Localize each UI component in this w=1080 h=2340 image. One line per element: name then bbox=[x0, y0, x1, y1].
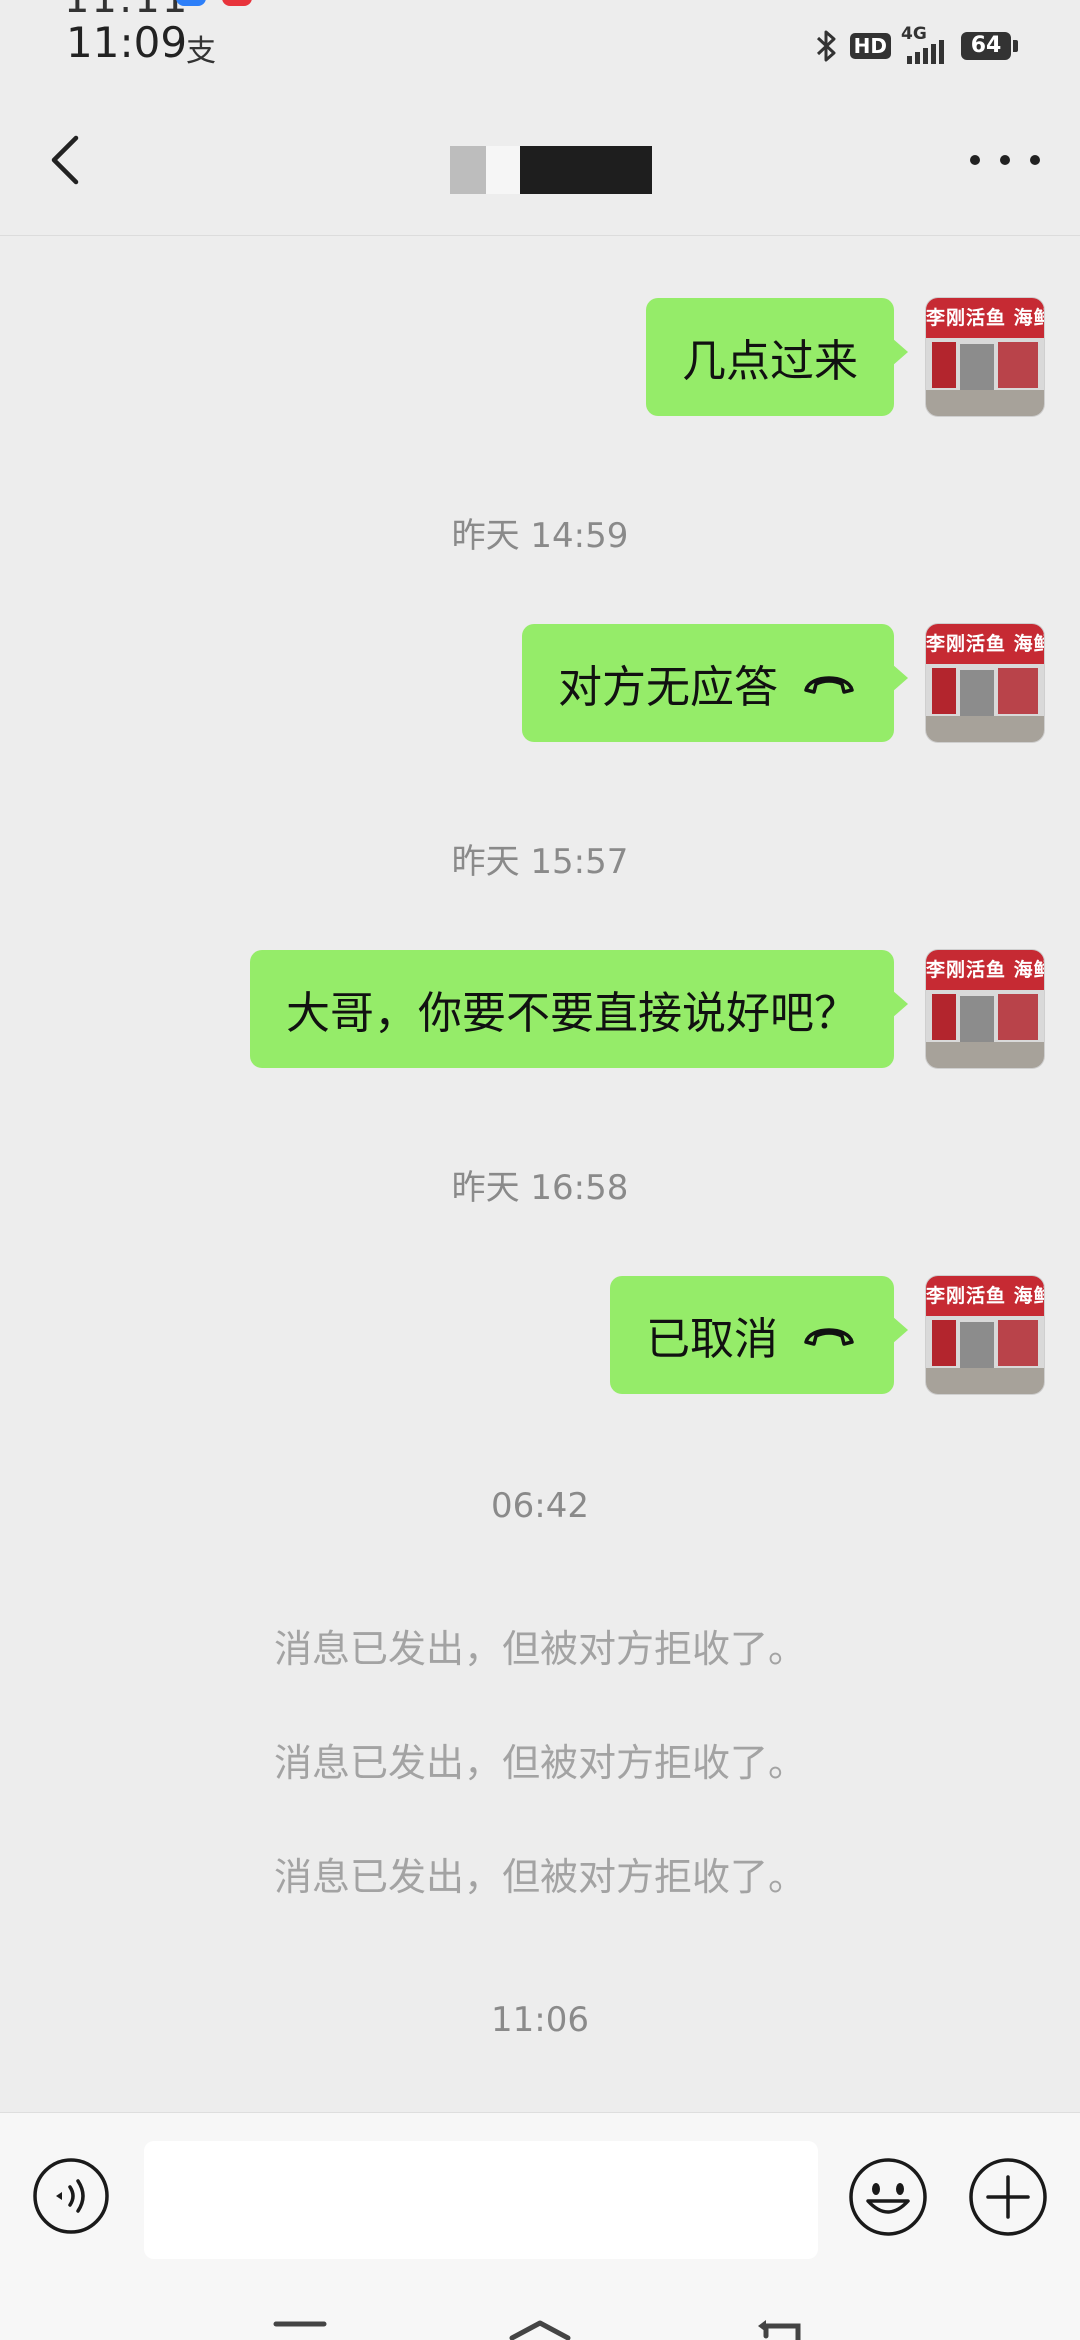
battery-icon: 64 bbox=[961, 32, 1018, 60]
hangup-phone-icon bbox=[804, 1328, 854, 1346]
signal-icon: 4G bbox=[901, 24, 951, 64]
message-text: 几点过来 bbox=[682, 336, 858, 387]
notification-dot-blue bbox=[176, 0, 206, 6]
message-bubble[interactable]: 大哥，你要不要直接说好吧？ bbox=[250, 950, 908, 1068]
emoji-icon[interactable] bbox=[848, 2157, 928, 2237]
back-icon[interactable] bbox=[38, 130, 98, 190]
more-icon bbox=[970, 155, 980, 165]
system-message: 消息已发出，但被对方拒收了。 bbox=[273, 1627, 806, 1671]
avatar-sign-text: 李刚活鱼 海鲜 bbox=[926, 950, 1044, 990]
message-text: 对方无应答 bbox=[558, 662, 778, 713]
bluetooth-icon bbox=[816, 30, 836, 62]
status-icons: HD 4G 64 bbox=[814, 24, 1018, 64]
message-text: 大哥，你要不要直接说好吧？ bbox=[286, 988, 858, 1039]
call-record-bubble[interactable]: 已取消 bbox=[610, 1276, 908, 1394]
menu-icon[interactable] bbox=[272, 2320, 328, 2336]
home-icon[interactable] bbox=[504, 2320, 576, 2340]
timestamp: 11:06 bbox=[491, 2000, 589, 2040]
status-bar: 11:11 11:09 支 HD 4G 64 bbox=[0, 0, 1080, 80]
avatar-sign-text: 李刚活鱼 海鲜 bbox=[926, 624, 1044, 664]
call-record-bubble[interactable]: 对方无应答 bbox=[522, 624, 908, 742]
avatar[interactable]: 李刚活鱼 海鲜 bbox=[926, 298, 1044, 416]
timestamp: 06:42 bbox=[491, 1486, 589, 1526]
voice-icon[interactable] bbox=[32, 2157, 110, 2235]
avatar[interactable]: 李刚活鱼 海鲜 bbox=[926, 950, 1044, 1068]
message-text: 已取消 bbox=[646, 1314, 778, 1365]
system-nav-bar bbox=[0, 2280, 1080, 2340]
message-row: 几点过来 李刚活鱼 海鲜 bbox=[0, 298, 1080, 418]
back-nav-icon[interactable] bbox=[752, 2316, 812, 2340]
avatar[interactable]: 李刚活鱼 海鲜 bbox=[926, 1276, 1044, 1394]
system-message: 消息已发出，但被对方拒收了。 bbox=[273, 1855, 806, 1899]
hd-badge: HD bbox=[849, 33, 891, 59]
input-bar bbox=[0, 2112, 1080, 2281]
more-options-button[interactable] bbox=[970, 138, 1040, 182]
avatar[interactable]: 李刚活鱼 海鲜 bbox=[926, 624, 1044, 742]
system-message: 消息已发出，但被对方拒收了。 bbox=[273, 1741, 806, 1785]
chat-header bbox=[0, 80, 1080, 236]
plus-icon[interactable] bbox=[968, 2157, 1048, 2237]
alipay-icon: 支 bbox=[186, 34, 216, 69]
avatar-sign-text: 李刚活鱼 海鲜 bbox=[926, 1276, 1044, 1316]
message-bubble[interactable]: 几点过来 bbox=[646, 298, 908, 416]
timestamp: 昨天 14:59 bbox=[451, 516, 629, 556]
notification-dot-red bbox=[222, 0, 252, 6]
message-row: 大哥，你要不要直接说好吧？ 李刚活鱼 海鲜 bbox=[0, 950, 1080, 1070]
timestamp: 昨天 15:57 bbox=[451, 842, 629, 882]
message-input[interactable] bbox=[144, 2141, 818, 2259]
message-row: 已取消 李刚活鱼 海鲜 bbox=[0, 1276, 1080, 1396]
message-row: 对方无应答 李刚活鱼 海鲜 bbox=[0, 624, 1080, 744]
battery-level: 64 bbox=[961, 32, 1011, 60]
hangup-phone-icon bbox=[804, 676, 854, 694]
status-time: 11:09 bbox=[66, 18, 188, 67]
avatar-sign-text: 李刚活鱼 海鲜 bbox=[926, 298, 1044, 338]
timestamp: 昨天 16:58 bbox=[451, 1168, 629, 1208]
contact-name-redacted bbox=[450, 146, 652, 194]
